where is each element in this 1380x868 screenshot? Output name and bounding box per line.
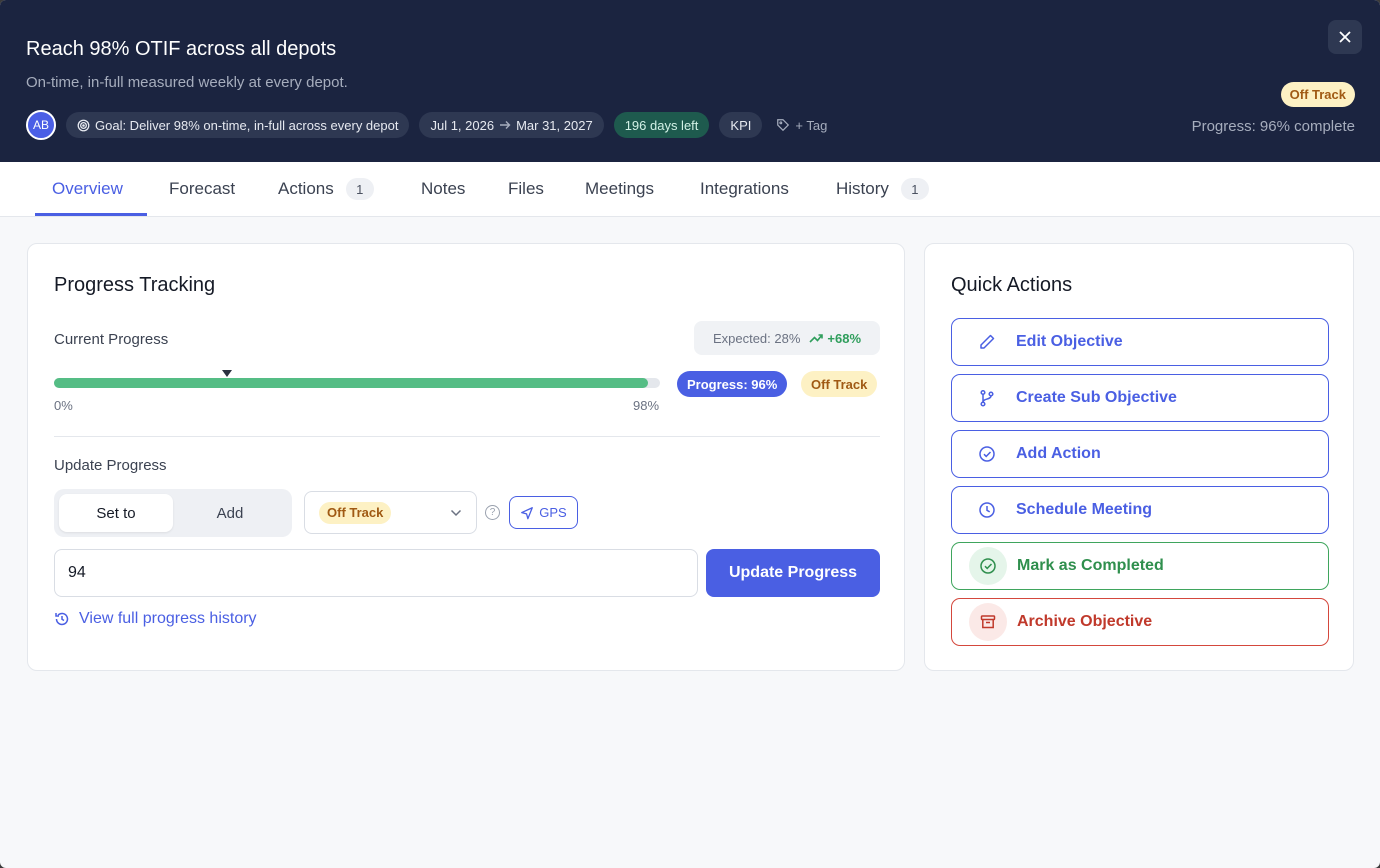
trending-up-icon bbox=[809, 334, 824, 343]
tab-meetings[interactable]: Meetings bbox=[585, 162, 654, 216]
mode-toggle: Set to Add bbox=[54, 489, 292, 537]
history-icon bbox=[55, 612, 69, 626]
goal-chip-label: Goal: Deliver 98% on-time, in-full acros… bbox=[95, 117, 399, 133]
close-icon bbox=[1339, 31, 1351, 43]
update-progress-label: Update Progress bbox=[54, 457, 167, 474]
add-tag-label: + Tag bbox=[795, 117, 828, 133]
date-end: Mar 31, 2027 bbox=[516, 117, 593, 133]
tab-label: History bbox=[836, 179, 889, 198]
help-icon[interactable]: ? bbox=[485, 505, 500, 520]
expected-progress-box: Expected: 28% +68% bbox=[694, 321, 880, 355]
check-circle-icon bbox=[968, 435, 1006, 473]
quick-actions-card: Quick Actions Edit Objective Create Sub … bbox=[924, 243, 1354, 671]
gps-label: GPS bbox=[539, 505, 567, 520]
progress-value-input[interactable] bbox=[54, 549, 698, 597]
tab-notes[interactable]: Notes bbox=[421, 162, 465, 216]
clock-icon bbox=[968, 491, 1006, 529]
tab-label: Integrations bbox=[700, 179, 789, 198]
mark-completed-button[interactable]: Mark as Completed bbox=[951, 542, 1329, 590]
schedule-meeting-button[interactable]: Schedule Meeting bbox=[951, 486, 1329, 534]
check-circle-icon bbox=[969, 547, 1007, 585]
delta-value: +68% bbox=[827, 330, 862, 346]
mode-add-button[interactable]: Add bbox=[173, 494, 287, 532]
tab-files[interactable]: Files bbox=[508, 162, 544, 216]
gps-button[interactable]: GPS bbox=[509, 496, 578, 529]
pencil-icon bbox=[968, 323, 1006, 361]
progress-bar-fill bbox=[54, 378, 648, 388]
delta-indicator: +68% bbox=[809, 331, 861, 346]
branch-icon bbox=[968, 379, 1006, 417]
tag-icon bbox=[777, 119, 790, 132]
kpi-chip[interactable]: KPI bbox=[719, 112, 763, 138]
card-title: Progress Tracking bbox=[54, 274, 216, 296]
progress-axis-max: 98% bbox=[633, 398, 660, 413]
modal-header: Reach 98% OTIF across all depots On-time… bbox=[0, 0, 1380, 162]
tab-label: Files bbox=[508, 179, 544, 198]
objective-title: Reach 98% OTIF across all depots bbox=[26, 38, 337, 60]
goal-chip[interactable]: Goal: Deliver 98% on-time, in-full acros… bbox=[66, 112, 410, 138]
tab-count-badge: 1 bbox=[900, 178, 929, 200]
tab-overview[interactable]: Overview bbox=[52, 162, 123, 216]
button-label: Create Sub Objective bbox=[1016, 389, 1177, 406]
expected-text: Expected: 28% bbox=[712, 330, 801, 346]
add-action-button[interactable]: Add Action bbox=[951, 430, 1329, 478]
archive-objective-button[interactable]: Archive Objective bbox=[951, 598, 1329, 646]
tab-forecast[interactable]: Forecast bbox=[169, 162, 235, 216]
tab-label: Overview bbox=[52, 179, 123, 198]
tab-label: Forecast bbox=[169, 179, 236, 198]
archive-icon bbox=[969, 603, 1007, 641]
avatar[interactable]: AB bbox=[26, 110, 56, 140]
tab-label: Notes bbox=[421, 179, 466, 198]
header-progress-text: Progress: 96% complete bbox=[1191, 118, 1355, 135]
tab-actions[interactable]: Actions 1 bbox=[278, 162, 374, 216]
progress-bar-track bbox=[54, 378, 660, 388]
tab-integrations[interactable]: Integrations bbox=[700, 162, 789, 216]
status-select-value: Off Track bbox=[319, 501, 392, 524]
add-tag-button[interactable]: + Tag bbox=[772, 112, 831, 138]
objective-subtitle: On-time, in-full measured weekly at ever… bbox=[26, 74, 348, 91]
progress-tracking-card: Progress Tracking Current Progress Expec… bbox=[27, 243, 905, 671]
days-left-chip: 196 days left bbox=[613, 112, 710, 138]
arrow-right-icon bbox=[500, 121, 511, 129]
history-link-label: View full progress history bbox=[79, 610, 257, 627]
target-icon bbox=[77, 119, 90, 131]
date-start: Jul 1, 2026 bbox=[430, 117, 495, 133]
card-title: Quick Actions bbox=[951, 274, 1073, 296]
tab-label: Actions bbox=[278, 179, 334, 198]
objective-modal: Reach 98% OTIF across all depots On-time… bbox=[0, 0, 1380, 868]
tab-history[interactable]: History 1 bbox=[836, 162, 929, 216]
navigation-icon bbox=[521, 506, 534, 519]
update-progress-button[interactable]: Update Progress bbox=[706, 549, 880, 597]
status-badge: Off Track bbox=[1280, 82, 1355, 107]
current-progress-label: Current Progress bbox=[54, 331, 169, 348]
edit-objective-button[interactable]: Edit Objective bbox=[951, 318, 1329, 366]
active-tab-indicator bbox=[35, 213, 147, 216]
tab-count-badge: 1 bbox=[345, 178, 374, 200]
status-select[interactable]: Off Track bbox=[304, 491, 477, 534]
button-label: Add Action bbox=[1016, 445, 1101, 462]
create-sub-objective-button[interactable]: Create Sub Objective bbox=[951, 374, 1329, 422]
expected-marker bbox=[222, 370, 233, 377]
view-history-link[interactable]: View full progress history bbox=[54, 610, 257, 628]
status-badge: Off Track bbox=[801, 371, 878, 397]
button-label: Mark as Completed bbox=[1017, 557, 1164, 574]
progress-axis-min: 0% bbox=[54, 398, 73, 413]
button-label: Schedule Meeting bbox=[1016, 501, 1153, 518]
close-button[interactable] bbox=[1328, 20, 1362, 54]
meta-row: AB Goal: Deliver 98% on-time, in-full ac… bbox=[26, 110, 831, 140]
tab-bar: Overview Forecast Actions 1 Notes Files M… bbox=[0, 162, 1380, 217]
divider bbox=[54, 436, 880, 437]
date-range-chip[interactable]: Jul 1, 2026 Mar 31, 2027 bbox=[419, 112, 604, 138]
mode-set-to-button[interactable]: Set to bbox=[59, 494, 173, 532]
progress-value-badge: Progress: 96% bbox=[677, 371, 788, 397]
chevron-down-icon bbox=[450, 509, 462, 516]
tab-label: Meetings bbox=[585, 179, 654, 198]
button-label: Archive Objective bbox=[1017, 613, 1153, 630]
button-label: Edit Objective bbox=[1016, 333, 1123, 350]
